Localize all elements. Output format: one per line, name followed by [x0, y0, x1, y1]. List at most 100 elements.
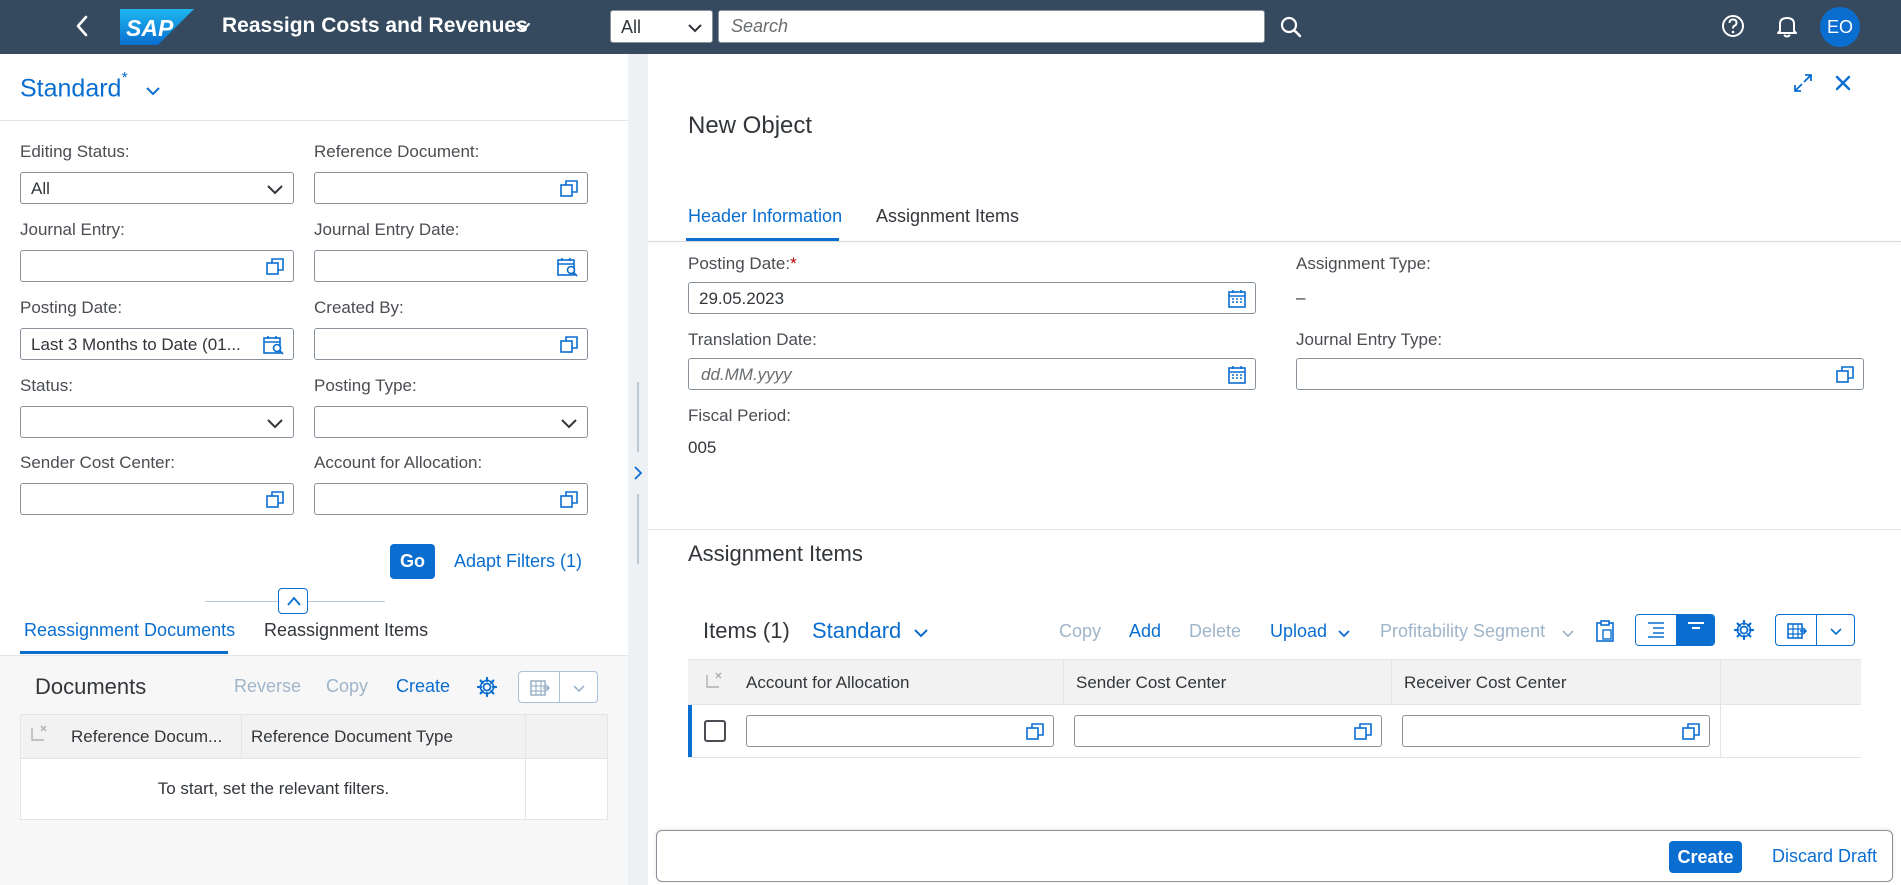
row-checkbox[interactable] [704, 720, 726, 742]
back-icon[interactable] [70, 13, 96, 39]
account-for-allocation-filter-input[interactable] [314, 483, 588, 515]
editing-status-select[interactable]: All [20, 172, 294, 204]
gear-icon[interactable] [476, 676, 498, 698]
copy-item-button[interactable]: Copy [1059, 621, 1101, 642]
go-button[interactable]: Go [390, 544, 435, 579]
status-label: Status: [20, 376, 73, 395]
export-split-button[interactable] [1775, 614, 1855, 646]
status-select[interactable] [20, 406, 294, 438]
chevron-down-icon[interactable] [912, 624, 930, 642]
account-for-allocation-cell-input[interactable] [746, 715, 1054, 747]
value-help-icon[interactable] [559, 335, 579, 355]
search-scope-select[interactable]: All [610, 10, 713, 43]
delete-item-button[interactable]: Delete [1189, 621, 1241, 642]
select-all-icon[interactable] [704, 670, 724, 690]
receiver-cost-center-cell-input[interactable] [1402, 715, 1710, 747]
chevron-down-icon[interactable] [1828, 623, 1844, 639]
chevron-down-icon[interactable] [1560, 625, 1576, 641]
posting-date-filter-input[interactable]: Last 3 Months to Date (01... [20, 328, 294, 360]
value-help-icon[interactable] [265, 490, 285, 510]
shell-bar: SAP Reassign Costs and Revenues All EO [0, 0, 1901, 54]
gear-icon[interactable] [1733, 619, 1755, 641]
sender-cost-center-label: Sender Cost Center: [20, 453, 175, 472]
tab-reassignment-items[interactable]: Reassignment Items [264, 620, 428, 641]
paste-icon[interactable] [1594, 619, 1616, 643]
value-help-icon[interactable] [1835, 365, 1855, 385]
reference-document-input[interactable] [314, 172, 588, 204]
variant-modified-marker: * [121, 70, 128, 87]
value-help-icon[interactable] [1681, 722, 1701, 742]
sender-cost-center-cell-input[interactable] [1074, 715, 1382, 747]
chevron-down-icon[interactable] [571, 680, 587, 696]
journal-entry-input[interactable] [20, 250, 294, 282]
table-row[interactable] [688, 705, 1861, 757]
table-header: Account for Allocation Sender Cost Cente… [688, 659, 1861, 706]
tab-header-information[interactable]: Header Information [688, 206, 842, 227]
journal-entry-label: Journal Entry: [20, 220, 125, 239]
column-sender-cost-center[interactable]: Sender Cost Center [1076, 673, 1226, 693]
close-icon[interactable] [1832, 72, 1854, 94]
column-receiver-cost-center[interactable]: Receiver Cost Center [1404, 673, 1567, 693]
created-by-input[interactable] [314, 328, 588, 360]
view-mode-segmented-button[interactable] [1635, 614, 1715, 646]
upload-button[interactable]: Upload [1270, 621, 1327, 642]
profitability-segment-button[interactable]: Profitability Segment [1380, 621, 1545, 642]
create-document-button[interactable]: Create [396, 676, 450, 697]
fullscreen-icon[interactable] [1792, 72, 1814, 94]
notification-bell-icon[interactable] [1774, 13, 1800, 39]
active-tab-indicator [20, 651, 228, 654]
value-help-icon[interactable] [265, 257, 285, 277]
calendar-search-icon[interactable] [263, 335, 285, 355]
discard-draft-button[interactable]: Discard Draft [1772, 846, 1877, 867]
fiscal-period-label: Fiscal Period: [688, 406, 791, 425]
journal-entry-date-input[interactable] [314, 250, 588, 282]
help-icon[interactable] [1720, 13, 1746, 39]
calendar-icon[interactable] [1227, 289, 1247, 309]
tab-assignment-items[interactable]: Assignment Items [876, 206, 1019, 227]
select-all-icon[interactable] [29, 723, 49, 743]
value-help-icon[interactable] [1353, 722, 1373, 742]
chevron-right-icon[interactable] [631, 463, 645, 483]
no-data-text: To start, set the relevant filters. [157, 779, 390, 798]
column-divider [525, 715, 526, 759]
calendar-icon[interactable] [1227, 365, 1247, 385]
posting-type-select[interactable] [314, 406, 588, 438]
chevron-down-icon[interactable] [144, 82, 162, 100]
value-help-icon[interactable] [1025, 722, 1045, 742]
column-account-for-allocation[interactable]: Account for Allocation [746, 673, 909, 693]
value-help-icon[interactable] [559, 490, 579, 510]
value-help-icon[interactable] [559, 179, 579, 199]
add-item-button[interactable]: Add [1129, 621, 1161, 642]
create-button[interactable]: Create [1669, 841, 1742, 873]
chevron-down-icon[interactable] [1336, 625, 1352, 641]
posting-date-input[interactable]: 29.05.2023 [688, 282, 1256, 314]
calendar-search-icon[interactable] [557, 257, 579, 277]
column-reference-document-type[interactable]: Reference Document Type [251, 727, 453, 747]
search-icon[interactable] [1278, 14, 1304, 40]
variant-management[interactable]: Standard* [20, 70, 128, 103]
app-title[interactable]: Reassign Costs and Revenues [222, 14, 528, 38]
collapse-header-button[interactable] [278, 588, 308, 614]
translation-date-input[interactable]: dd.MM.yyyy [688, 358, 1256, 390]
export-split-button[interactable] [518, 671, 598, 703]
segment-tree-view[interactable] [1636, 615, 1676, 645]
column-divider [241, 715, 242, 759]
reverse-button[interactable]: Reverse [234, 676, 301, 697]
documents-table: Reference Docum... Reference Document Ty… [20, 714, 608, 820]
adapt-filters-button[interactable]: Adapt Filters (1) [454, 551, 582, 572]
pane-splitter[interactable] [628, 54, 648, 885]
column-reference-document[interactable]: Reference Docum... [71, 727, 236, 747]
empty-row: To start, set the relevant filters. [21, 759, 607, 819]
copy-button[interactable]: Copy [326, 676, 368, 697]
sender-cost-center-filter-input[interactable] [20, 483, 294, 515]
editing-status-value: All [31, 179, 50, 198]
search-input[interactable] [718, 10, 1265, 43]
chevron-down-icon[interactable] [512, 16, 534, 38]
sap-logo[interactable]: SAP [120, 9, 194, 45]
journal-entry-type-input[interactable] [1296, 358, 1864, 390]
splitter-bar [637, 382, 639, 452]
items-variant-name[interactable]: Standard [812, 618, 901, 644]
segment-flat-view[interactable] [1676, 615, 1714, 645]
tab-reassignment-documents[interactable]: Reassignment Documents [24, 620, 235, 641]
user-avatar[interactable]: EO [1820, 7, 1860, 47]
